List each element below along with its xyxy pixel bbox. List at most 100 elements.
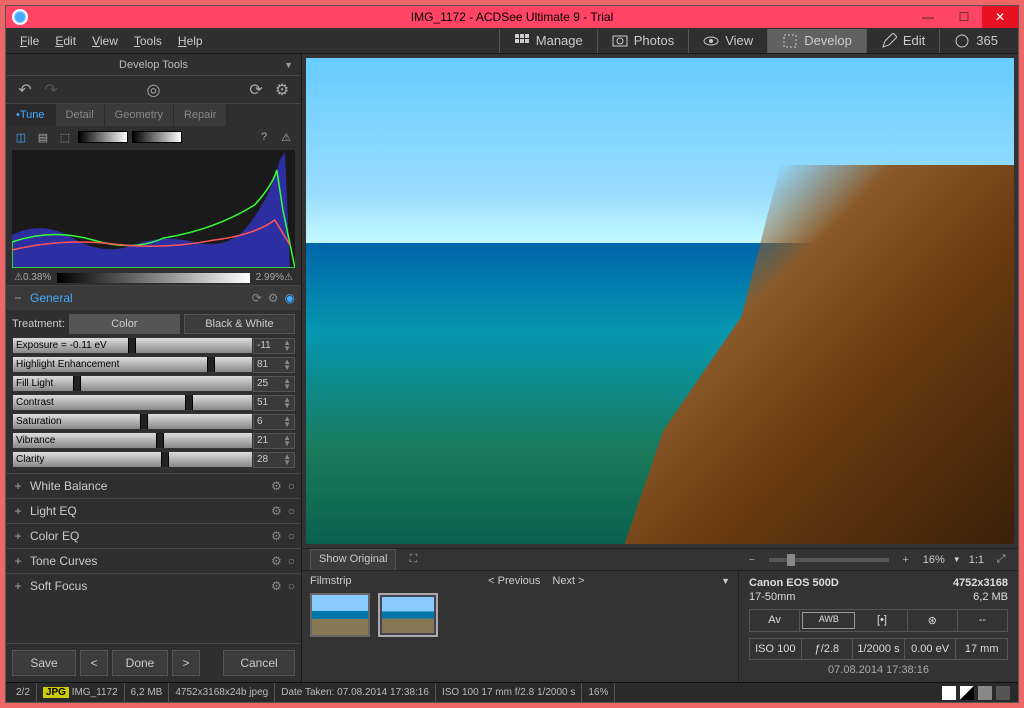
gear-icon[interactable]: ⚙	[271, 579, 282, 593]
filmstrip-prev[interactable]: < Previous	[488, 575, 540, 587]
toggle-icon[interactable]: ○	[288, 529, 295, 543]
slider-3[interactable]: Contrast	[12, 394, 253, 411]
menu-help[interactable]: Help	[170, 30, 211, 52]
status-zoom: 16%	[582, 683, 615, 702]
target-icon[interactable]: ◎	[145, 81, 163, 99]
tab-geometry[interactable]: Geometry	[105, 104, 174, 126]
eyedropper-icon[interactable]: ▤	[34, 128, 52, 146]
slider-value[interactable]: 25▲▼	[253, 376, 295, 392]
toggle-icon[interactable]: ○	[288, 479, 295, 493]
section-white-balance[interactable]: +White Balance⚙○	[6, 474, 301, 498]
maximize-button[interactable]: ☐	[946, 6, 982, 28]
gear-icon[interactable]: ⚙	[271, 504, 282, 518]
slider-4[interactable]: Saturation	[12, 413, 253, 430]
exif-date: 07.08.2014 17:38:16	[749, 664, 1008, 676]
next-image-button[interactable]: >	[172, 650, 200, 676]
cancel-button[interactable]: Cancel	[223, 650, 295, 676]
slider-value[interactable]: 81▲▼	[253, 357, 295, 373]
warning-icon[interactable]: ⚠	[277, 128, 295, 146]
lens: 17-50mm	[749, 591, 795, 603]
chevron-down-icon[interactable]: ▼	[953, 555, 961, 564]
minimize-button[interactable]: —	[910, 6, 946, 28]
section-title: General	[30, 291, 73, 305]
mode-365[interactable]: 365	[939, 29, 1012, 53]
slider-value[interactable]: 28▲▼	[253, 452, 295, 468]
histogram-icon[interactable]: ◫	[12, 128, 30, 146]
mode-manage[interactable]: Manage	[499, 29, 597, 53]
toggle-icon[interactable]: ○	[288, 554, 295, 568]
crop-icon[interactable]: ⬚	[56, 128, 74, 146]
exif-awb: AWB	[802, 612, 855, 629]
mode-edit[interactable]: Edit	[866, 29, 939, 53]
thumbnail-selected[interactable]	[378, 593, 438, 637]
window-title: IMG_1172 - ACDSee Ultimate 9 - Trial	[411, 10, 614, 24]
close-button[interactable]: ✕	[982, 6, 1018, 28]
status-count: 2/2	[10, 683, 37, 702]
section-tone-curves[interactable]: +Tone Curves⚙○	[6, 549, 301, 573]
thumbnail[interactable]	[310, 593, 370, 637]
section-soft-focus[interactable]: +Soft Focus⚙○	[6, 574, 301, 598]
zoom-in-icon[interactable]: +	[897, 551, 915, 569]
zoom-value: 16%	[923, 554, 945, 566]
slider-1[interactable]: Highlight Enhancement	[12, 356, 253, 373]
titlebar[interactable]: IMG_1172 - ACDSee Ultimate 9 - Trial — ☐…	[6, 6, 1018, 28]
gear-icon[interactable]: ⚙	[271, 529, 282, 543]
toggle-icon[interactable]: ○	[288, 504, 295, 518]
status-icon[interactable]	[942, 686, 956, 700]
develop-tools-header[interactable]: Develop Tools▼	[6, 54, 301, 76]
image-viewport[interactable]	[306, 58, 1014, 544]
file-size: 6,2 MB	[973, 591, 1008, 603]
refresh-icon[interactable]: ⟳	[252, 291, 262, 305]
slider-value[interactable]: -11▲▼	[253, 338, 295, 354]
slider-5[interactable]: Vibrance	[12, 432, 253, 449]
tab-repair[interactable]: Repair	[174, 104, 227, 126]
slider-value[interactable]: 6▲▼	[253, 414, 295, 430]
mode-photos[interactable]: Photos	[597, 29, 688, 53]
slider-value[interactable]: 21▲▼	[253, 433, 295, 449]
section-light-eq[interactable]: +Light EQ⚙○	[6, 499, 301, 523]
help-icon[interactable]: ?	[255, 128, 273, 146]
slider-2[interactable]: Fill Light	[12, 375, 253, 392]
mode-develop[interactable]: Develop	[767, 29, 866, 53]
prev-image-button[interactable]: <	[80, 650, 108, 676]
menu-file[interactable]: File	[12, 30, 47, 52]
zoom-out-icon[interactable]: −	[743, 551, 761, 569]
gear-icon[interactable]: ⚙	[273, 81, 291, 99]
black-point-gradient[interactable]	[78, 131, 128, 143]
tab-tune[interactable]: • Tune	[6, 104, 56, 126]
slider-0[interactable]: Exposure = -0.11 eV	[12, 337, 253, 354]
undo-icon[interactable]: ↶	[16, 81, 34, 99]
expand-icon[interactable]: ⛶	[404, 551, 422, 569]
menu-tools[interactable]: Tools	[126, 30, 170, 52]
toggle-icon[interactable]: ◉	[285, 291, 295, 305]
done-button[interactable]: Done	[112, 650, 168, 676]
exif-panel: Canon EOS 500D4752x3168 17-50mm6,2 MB Av…	[738, 571, 1018, 682]
gear-icon[interactable]: ⚙	[271, 479, 282, 493]
tab-detail[interactable]: Detail	[56, 104, 105, 126]
gear-icon[interactable]: ⚙	[271, 554, 282, 568]
refresh-icon[interactable]: ⟳	[247, 81, 265, 99]
section-color-eq[interactable]: +Color EQ⚙○	[6, 524, 301, 548]
zoom-1to1[interactable]: 1:1	[969, 554, 984, 566]
redo-icon[interactable]: ↷	[42, 81, 60, 99]
menu-edit[interactable]: Edit	[47, 30, 84, 52]
exif-shutter: 1/2000 s	[853, 639, 905, 659]
status-icon[interactable]	[978, 686, 992, 700]
save-button[interactable]: Save	[12, 650, 76, 676]
fit-icon[interactable]: ⤢	[992, 551, 1010, 569]
menu-view[interactable]: View	[84, 30, 126, 52]
status-icon[interactable]	[960, 686, 974, 700]
treatment-bw[interactable]: Black & White	[184, 314, 295, 334]
status-icon[interactable]	[996, 686, 1010, 700]
slider-value[interactable]: 51▲▼	[253, 395, 295, 411]
filmstrip-next[interactable]: Next >	[552, 575, 584, 587]
gear-icon[interactable]: ⚙	[268, 291, 279, 305]
show-original-button[interactable]: Show Original	[310, 549, 396, 571]
toggle-icon[interactable]: ○	[288, 579, 295, 593]
zoom-slider[interactable]	[769, 558, 889, 562]
chevron-down-icon[interactable]: ▼	[721, 576, 730, 586]
treatment-color[interactable]: Color	[69, 314, 180, 334]
mode-view[interactable]: View	[688, 29, 767, 53]
slider-6[interactable]: Clarity	[12, 451, 253, 468]
white-point-gradient[interactable]	[132, 131, 182, 143]
